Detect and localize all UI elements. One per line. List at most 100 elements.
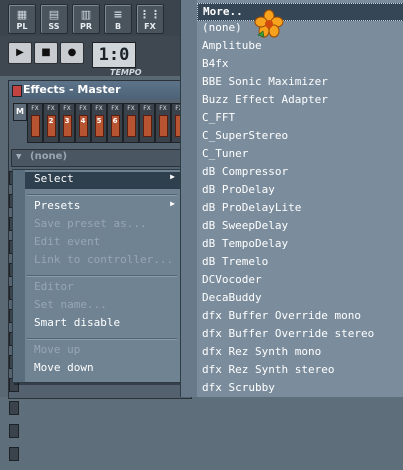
menu-item-label: Set name... <box>34 298 107 311</box>
menu-item-label: Link to controller... <box>34 253 174 266</box>
menu-item-move-down[interactable]: Move down <box>25 361 180 378</box>
slot-number: 2 <box>48 117 54 125</box>
menu-item-editor[interactable]: Editor <box>25 280 180 297</box>
effects-window-icon <box>12 85 22 97</box>
plugin-item[interactable]: dB TempoDelay <box>197 237 403 255</box>
dropdown-arrow-icon: ▼ <box>16 152 22 162</box>
plugin-item[interactable]: dfx Buffer Override mono <box>197 309 403 327</box>
plugin-item[interactable]: dfx Rez Synth stereo <box>197 363 403 381</box>
menu-item-select[interactable]: Select ▶ <box>25 172 180 189</box>
mute-button[interactable]: M <box>13 103 27 121</box>
playlist-button[interactable]: ▦ PL <box>8 4 36 34</box>
menu-item-label: Move down <box>34 361 94 374</box>
fx-slot-8[interactable]: FX <box>139 103 155 143</box>
menu-item-link-controller[interactable]: Link to controller... <box>25 253 180 270</box>
plugin-item[interactable]: C_SuperStereo <box>197 129 403 147</box>
context-menu: Select ▶ Presets ▶ Save preset as... Edi… <box>12 169 181 383</box>
plugin-item[interactable]: B4fx <box>197 57 403 75</box>
fx-tag: FX <box>143 105 151 112</box>
fx-slot-4[interactable]: FX 4 <box>75 103 91 143</box>
effect-slot-selector[interactable]: ▼ (none) <box>11 149 185 167</box>
menu-item-label: Edit event <box>34 235 101 248</box>
effect-slot-value: (none) <box>30 151 68 162</box>
main-toolbar: ▦ PL ▤ SS ▥ PR ≡ B ⋮⋮ FX <box>0 0 190 36</box>
submenu-arrow-icon: ▶ <box>170 199 175 208</box>
menu-item-label: Save preset as... <box>34 217 147 230</box>
plugin-list-submenu: More.. (none) Amplitube B4fx BBE Sonic M… <box>180 0 403 397</box>
menu-item-edit-event[interactable]: Edit event <box>25 235 180 252</box>
fx-slot-7[interactable]: FX <box>123 103 139 143</box>
slot-fader[interactable] <box>31 115 40 137</box>
effects-window-title: Effects - Master <box>23 83 121 96</box>
fx-slot-5[interactable]: FX 5 <box>91 103 107 143</box>
slot-fader[interactable] <box>143 115 152 137</box>
fx-tag: FX <box>95 105 103 112</box>
plugin-item[interactable]: DecaBuddy <box>197 291 403 309</box>
slot-number: 6 <box>112 117 118 125</box>
stop-button[interactable]: ■ <box>34 42 58 64</box>
effect-slot-handle[interactable] <box>9 401 19 415</box>
fx-slot-2[interactable]: FX 2 <box>43 103 59 143</box>
menu-item-label: Editor <box>34 280 74 293</box>
step-sequencer-button[interactable]: ▤ SS <box>40 4 68 34</box>
step-sequencer-icon: ▤ <box>48 8 60 21</box>
fx-slot-9[interactable]: FX <box>155 103 171 143</box>
plugin-list-strip <box>181 0 197 397</box>
piano-roll-label: PR <box>79 22 93 31</box>
browser-icon: ≡ <box>113 8 123 21</box>
effect-slot-handle[interactable] <box>9 447 19 461</box>
effects-window-title-bar[interactable]: Effects - Master <box>9 81 191 99</box>
plugin-item[interactable]: dB ProDelay <box>197 183 403 201</box>
fx-slot-1[interactable]: FX <box>27 103 43 143</box>
menu-item-set-name[interactable]: Set name... <box>25 298 180 315</box>
transport-panel: ▶ ■ ● 1:0 TEMPO <box>0 36 190 77</box>
playlist-icon: ▦ <box>16 8 28 21</box>
menu-item-label: Smart disable <box>34 316 121 329</box>
record-button[interactable]: ● <box>60 42 84 64</box>
fx-tag: FX <box>111 105 119 112</box>
fx-tag: FX <box>63 105 71 112</box>
browser-button[interactable]: ≡ B <box>104 4 132 34</box>
plugin-item[interactable]: C_FFT <box>197 111 403 129</box>
plugin-item[interactable]: BBE Sonic Maximizer <box>197 75 403 93</box>
plugin-item[interactable]: Amplitube <box>197 39 403 57</box>
tempo-label: TEMPO <box>110 68 142 77</box>
slot-number: 5 <box>96 117 102 125</box>
flower-cursor-icon <box>254 9 284 38</box>
plugin-item[interactable]: dB ProDelayLite <box>197 201 403 219</box>
plugin-item[interactable]: dfx Rez Synth mono <box>197 345 403 363</box>
menu-item-move-up[interactable]: Move up <box>25 343 180 360</box>
plugin-item[interactable]: dB SweepDelay <box>197 219 403 237</box>
slot-fader[interactable] <box>127 115 136 137</box>
menu-item-save-preset[interactable]: Save preset as... <box>25 217 180 234</box>
menu-item-smart-disable[interactable]: Smart disable <box>25 316 180 333</box>
piano-roll-button[interactable]: ▥ PR <box>72 4 100 34</box>
menu-separator <box>27 275 177 277</box>
plugin-item-more[interactable]: More.. <box>197 3 403 21</box>
menu-item-presets[interactable]: Presets ▶ <box>25 199 180 216</box>
submenu-arrow-icon: ▶ <box>170 172 175 181</box>
fx-tag: FX <box>79 105 87 112</box>
fx-tag: FX <box>47 105 55 112</box>
plugin-item[interactable]: dB Tremelo <box>197 255 403 273</box>
play-button[interactable]: ▶ <box>8 42 32 64</box>
plugin-item[interactable]: (none) <box>197 21 403 39</box>
slot-fader[interactable] <box>159 115 168 137</box>
plugin-item[interactable]: C_Tuner <box>197 147 403 165</box>
slot-number: 4 <box>80 117 86 125</box>
fx-tag: FX <box>159 105 167 112</box>
stop-icon: ■ <box>41 47 51 58</box>
menu-separator <box>27 338 177 340</box>
plugin-item[interactable]: dB Compressor <box>197 165 403 183</box>
plugin-item[interactable]: dfx Scrubby <box>197 381 403 399</box>
effect-slot-handle[interactable] <box>9 424 19 438</box>
effects-slot-strip: M FX FX 2 FX 3 FX 4 FX 5 FX 6 FX FX FX FX <box>11 103 189 143</box>
time-display: 1:0 <box>92 42 136 68</box>
plugin-item[interactable]: Buzz Effect Adapter <box>197 93 403 111</box>
plugin-item[interactable]: DCVocoder <box>197 273 403 291</box>
fx-slot-3[interactable]: FX 3 <box>59 103 75 143</box>
slot-number: 3 <box>64 117 70 125</box>
fx-slot-6[interactable]: FX 6 <box>107 103 123 143</box>
mixer-button[interactable]: ⋮⋮ FX <box>136 4 164 34</box>
plugin-item[interactable]: dfx Buffer Override stereo <box>197 327 403 345</box>
